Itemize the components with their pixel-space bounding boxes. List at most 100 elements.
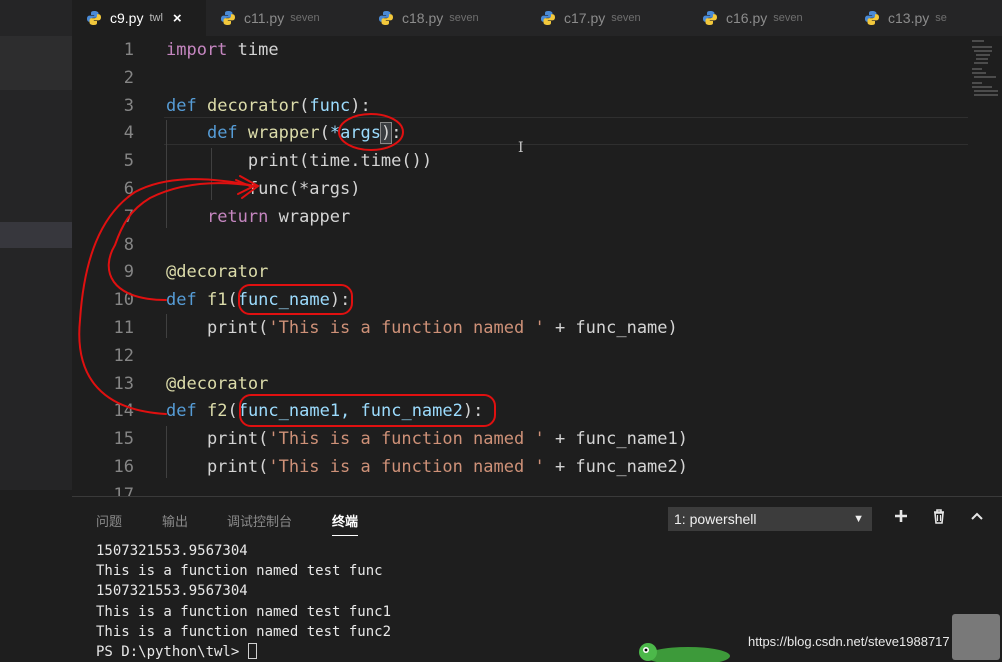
terminal-line: This is a function named test func2: [96, 623, 392, 640]
plus-icon[interactable]: [890, 507, 912, 529]
code-token: f1: [206, 290, 228, 311]
tab-c9-py[interactable]: c9.py twl ×: [72, 0, 206, 36]
shell-select-value: 1: powershell: [674, 511, 757, 527]
code-line: 11 print('This is a function named ' + f…: [72, 314, 968, 342]
code-token: 'This is a function named ': [268, 457, 545, 477]
code-token: decorator: [206, 95, 300, 116]
editor-tab-bar: c9.py twl × c11.py seven c18.py seven c17.py sev…: [72, 0, 1002, 36]
explorer-sidebar: [0, 0, 72, 662]
tab-c16-py[interactable]: c16.py seven: [688, 0, 850, 36]
terminal-line: 1507321553.9567304: [96, 583, 248, 600]
line-number: 10: [113, 290, 134, 311]
python-file-icon: [87, 11, 101, 25]
code-line: 3 def decorator(func):: [72, 92, 968, 120]
line-number: 15: [113, 429, 134, 450]
sidebar-bottom: [0, 490, 72, 662]
line-number: 8: [123, 234, 134, 255]
tab-c18-py[interactable]: c18.py seven: [364, 0, 526, 36]
code-line: 17: [72, 481, 968, 496]
trash-icon[interactable]: [928, 507, 950, 529]
line-code: func(*args): [166, 175, 361, 203]
line-number: 12: [113, 345, 134, 366]
mascot-image: [639, 643, 730, 662]
sidebar-item[interactable]: [0, 36, 72, 90]
line-number: 2: [123, 67, 134, 88]
line-code: import time: [166, 36, 279, 64]
tab-label: c13.py: [888, 10, 930, 26]
terminal-cursor: [247, 643, 257, 660]
code-token: (: [319, 123, 330, 144]
tab-problems[interactable]: 问题: [96, 511, 122, 530]
line-code: def wrapper(*args):: [166, 119, 402, 147]
terminal-line: This is a function named test func: [96, 563, 383, 580]
code-line: 6 func(*args): [72, 175, 968, 203]
code-token: func: [309, 95, 351, 116]
python-file-icon: [221, 11, 235, 25]
code-token: time: [227, 40, 279, 60]
chevron-up-icon[interactable]: [966, 507, 988, 529]
code-token: func_name: [237, 290, 330, 311]
line-code: def decorator(func):: [166, 92, 371, 120]
sidebar-item-selected[interactable]: [0, 222, 72, 248]
watermark-logo-box: [952, 614, 1000, 660]
line-code: def f1(func_name):: [166, 286, 350, 314]
tab-folder-label: seven: [449, 12, 479, 24]
tab-folder-label: seven: [611, 12, 641, 24]
code-token: def: [166, 290, 197, 311]
tab-debug-console[interactable]: 调试控制台: [227, 511, 292, 530]
code-token: print(: [166, 429, 269, 450]
line-code: print('This is a function named ' + func…: [166, 314, 678, 342]
code-token: :: [391, 123, 402, 144]
line-number: 11: [113, 318, 134, 338]
code-token: + func_name): [544, 318, 678, 338]
watermark-url: https://blog.csdn.net/steve1988717: [748, 634, 950, 649]
dropdown-caret-icon: ▼: [853, 513, 864, 525]
line-number: 9: [123, 262, 134, 283]
terminal-shell-select[interactable]: 1: powershell ▼: [668, 507, 872, 531]
python-file-icon: [541, 11, 555, 25]
code-line: 16 print('This is a function named ' + f…: [72, 453, 968, 481]
code-token: func_name1, func_name2: [237, 401, 463, 422]
code-token: @decorator: [166, 373, 269, 394]
terminal-output[interactable]: 1507321553.9567304 This is a function nam…: [96, 541, 391, 662]
code-token: 'This is a function named ': [268, 429, 545, 450]
code-editor[interactable]: 1 import time 2 3 def decorator(func): 4 def …: [72, 36, 968, 496]
code-token: ):: [350, 95, 371, 116]
tab-folder-label: seven: [773, 12, 803, 24]
code-line: 13 @decorator: [72, 370, 968, 398]
tab-c17-py[interactable]: c17.py seven: [526, 0, 688, 36]
code-token: ):: [462, 401, 484, 422]
tab-terminal[interactable]: 终端: [332, 511, 359, 536]
code-token: *args: [329, 123, 382, 144]
tab-c13-py[interactable]: c13.py se: [850, 0, 1002, 36]
line-code: def f2(func_name1, func_name2):: [166, 397, 483, 425]
tab-output[interactable]: 输出: [162, 511, 188, 530]
code-line: 2: [72, 64, 968, 92]
code-token: print(: [166, 318, 269, 338]
python-file-icon: [703, 11, 717, 25]
code-token: f2: [206, 401, 228, 422]
code-line: 7 return wrapper: [72, 203, 968, 231]
tab-c11-py[interactable]: c11.py seven: [206, 0, 364, 36]
line-code: return wrapper: [166, 203, 350, 231]
line-number: 1: [123, 40, 134, 60]
line-number: 17: [113, 484, 134, 496]
code-token: (: [227, 401, 238, 422]
minimap[interactable]: [968, 36, 1002, 496]
code-line: 9 @decorator: [72, 258, 968, 286]
code-token: import: [166, 40, 228, 60]
panel-tab-bar: 问题 输出 调试控制台 终端 1: powershell ▼: [72, 497, 1002, 541]
close-icon[interactable]: ×: [173, 10, 182, 27]
line-code: print('This is a function named ' + func…: [166, 453, 688, 481]
code-line: 15 print('This is a function named ' + f…: [72, 425, 968, 453]
line-number: 14: [113, 401, 134, 422]
line-number: 6: [123, 179, 134, 199]
code-token: @decorator: [166, 262, 269, 283]
tab-label: c18.py: [402, 10, 444, 26]
tab-label: c16.py: [726, 10, 768, 26]
tab-folder-label: se: [935, 12, 947, 24]
